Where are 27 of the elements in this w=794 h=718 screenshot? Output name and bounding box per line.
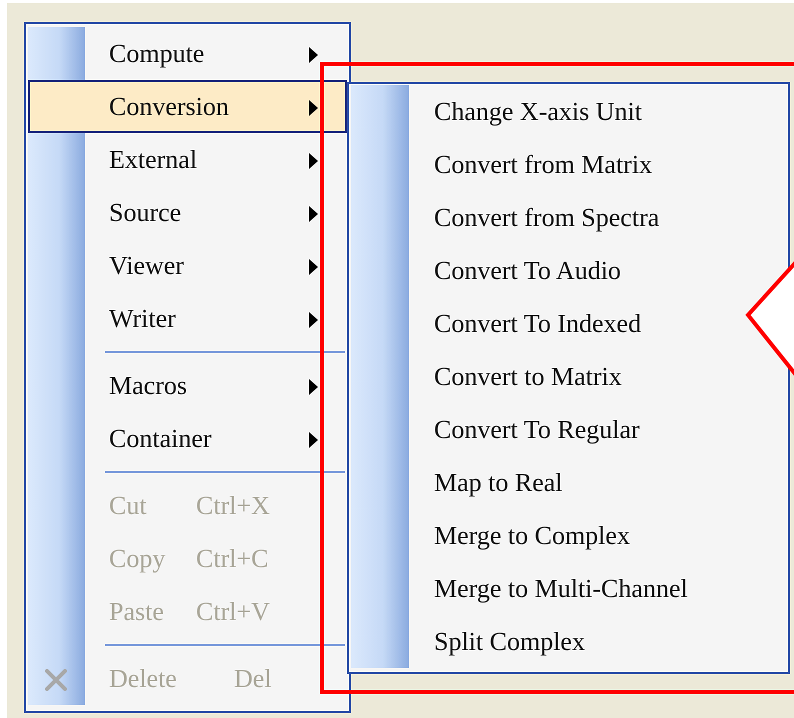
menu-item[interactable]: Change X-axis Unit (351, 85, 786, 138)
menu-item[interactable]: Convert from Matrix (351, 138, 786, 191)
menu-item[interactable]: Macros (28, 359, 347, 412)
menu-item[interactable]: External (28, 133, 347, 186)
menu-item[interactable]: Source (28, 186, 347, 239)
menu-item[interactable]: Container (28, 412, 347, 465)
submenu-arrow-icon (309, 432, 318, 448)
menu-item[interactable]: Conversion (28, 80, 347, 133)
submenu-arrow-icon (309, 206, 318, 222)
menu-item[interactable]: Merge to Multi-Channel (351, 562, 786, 615)
submenu-arrow-icon (309, 259, 318, 275)
menu-item[interactable]: Merge to Complex (351, 509, 786, 562)
menu-item[interactable]: Compute (28, 27, 347, 80)
submenu-arrow-icon (309, 100, 318, 116)
menu-item[interactable]: Viewer (28, 239, 347, 292)
submenu-arrow-icon (309, 312, 318, 328)
delete-icon (44, 668, 68, 692)
submenu-arrow-icon (309, 379, 318, 395)
menu-item[interactable]: Split Complex (351, 615, 786, 668)
menu-item[interactable]: Convert from Spectra (351, 191, 786, 244)
menu-item[interactable]: Convert to Matrix (351, 350, 786, 403)
menu-item[interactable]: Map to Real (351, 456, 786, 509)
menu-item[interactable]: Convert To Regular (351, 403, 786, 456)
menu-item[interactable]: Writer (28, 292, 347, 345)
submenu-arrow-icon (309, 47, 318, 63)
menu-item[interactable]: Convert To Audio (351, 244, 786, 297)
submenu-arrow-icon (309, 153, 318, 169)
